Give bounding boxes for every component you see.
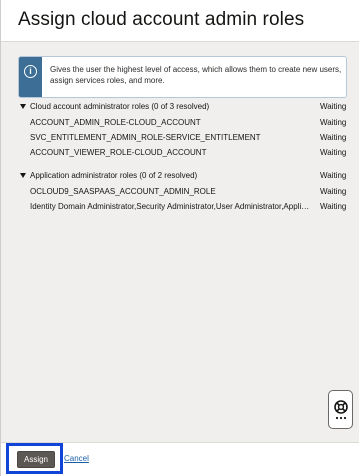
- status-text: Waiting: [320, 118, 347, 127]
- role-name: ACCOUNT_VIEWER_ROLE-CLOUD_ACCOUNT: [30, 148, 207, 157]
- status-text: Waiting: [320, 102, 347, 111]
- status-text: Waiting: [320, 187, 347, 196]
- role-name: OCLOUD9_SAASPAAS_ACCOUNT_ADMIN_ROLE: [30, 187, 216, 196]
- caret-down-icon[interactable]: [20, 104, 26, 109]
- info-strip: i: [19, 57, 42, 97]
- info-message: i Gives the user the highest level of ac…: [18, 56, 347, 98]
- role-row: OCLOUD9_SAASPAAS_ACCOUNT_ADMIN_ROLE Wait…: [30, 187, 350, 200]
- info-text: Gives the user the highest level of acce…: [50, 65, 342, 85]
- role-row: ACCOUNT_ADMIN_ROLE-CLOUD_ACCOUNT Waiting: [30, 118, 350, 131]
- status-text: Waiting: [320, 133, 347, 142]
- assign-roles-dialog: Assign cloud account admin roles i Gives…: [0, 0, 359, 476]
- cancel-link[interactable]: Cancel: [64, 454, 89, 463]
- assign-button[interactable]: Assign: [17, 451, 55, 468]
- role-row: Identity Domain Administrator,Security A…: [30, 202, 350, 215]
- help-widget-button[interactable]: [328, 390, 353, 429]
- section-application-roles[interactable]: Application administrator roles (0 of 2 …: [20, 171, 350, 184]
- status-text: Waiting: [320, 148, 347, 157]
- caret-down-icon[interactable]: [20, 173, 26, 178]
- role-name: Identity Domain Administrator,Security A…: [30, 202, 312, 211]
- status-text: Waiting: [320, 171, 347, 180]
- section-label: Cloud account administrator roles (0 of …: [30, 102, 210, 111]
- section-cloud-account-roles[interactable]: Cloud account administrator roles (0 of …: [20, 102, 350, 115]
- role-name: ACCOUNT_ADMIN_ROLE-CLOUD_ACCOUNT: [30, 118, 201, 127]
- role-row: SVC_ENTITLEMENT_ADMIN_ROLE-SERVICE_ENTIT…: [30, 133, 350, 146]
- role-row: ACCOUNT_VIEWER_ROLE-CLOUD_ACCOUNT Waitin…: [30, 148, 350, 161]
- section-label: Application administrator roles (0 of 2 …: [30, 171, 198, 180]
- status-text: Waiting: [320, 202, 347, 211]
- info-icon: i: [24, 65, 37, 78]
- dialog-header: Assign cloud account admin roles: [1, 0, 359, 42]
- role-name: SVC_ENTITLEMENT_ADMIN_ROLE-SERVICE_ENTIT…: [30, 133, 261, 142]
- dialog-title: Assign cloud account admin roles: [18, 9, 305, 30]
- life-ring-icon: [334, 400, 348, 420]
